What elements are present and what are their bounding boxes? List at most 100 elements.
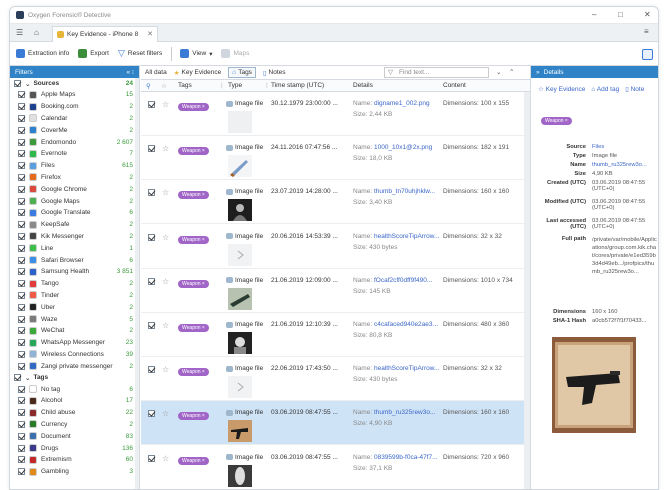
sources-filter-item[interactable]: Google Maps 2 — [10, 195, 139, 207]
sources-filter-item[interactable]: Booking.com 2 — [10, 101, 139, 113]
tags-filter-item[interactable]: Child abuse 22 — [10, 407, 139, 419]
close-window-icon[interactable]: ✕ — [644, 11, 651, 19]
star-outline-icon[interactable]: ☆ — [162, 277, 169, 286]
star-outline-icon[interactable]: ☆ — [162, 188, 169, 197]
table-row[interactable]: ☆ Weapon × Image file 24.11.2016 07:47:56 .… — [141, 136, 530, 181]
extraction-info-button[interactable]: Extraction info — [16, 49, 69, 58]
filter-checkbox[interactable] — [18, 432, 25, 440]
filter-checkbox[interactable] — [18, 232, 25, 240]
filter-checkbox[interactable] — [18, 256, 25, 264]
table-row[interactable]: ☆ Weapon × Image file 21.06.2019 12:10:39 .… — [141, 313, 530, 357]
row-checkbox[interactable] — [148, 277, 155, 285]
filter-checkbox[interactable] — [18, 291, 25, 299]
maximize-icon[interactable]: □ — [618, 11, 623, 19]
sources-group[interactable]: ⌄ Sources 24 — [10, 78, 139, 89]
row-checkbox[interactable] — [148, 454, 155, 462]
tag-pill[interactable]: Weapon × — [178, 103, 209, 111]
sources-filter-item[interactable]: Zangi private messenger 2 — [10, 360, 139, 372]
table-row[interactable]: ☆ Weapon × Image file 30.12.1979 23:00:00 .… — [141, 92, 530, 136]
column-tags[interactable]: Tags — [178, 82, 192, 89]
detail-tag-pill[interactable]: Weapon × — [541, 117, 572, 125]
filter-checkbox[interactable] — [18, 91, 25, 99]
tags-filter-item[interactable]: Gambling 3 — [10, 466, 139, 478]
filter-checkbox[interactable] — [18, 150, 25, 158]
filter-checkbox[interactable] — [18, 162, 25, 170]
tags-checkbox[interactable] — [14, 374, 21, 382]
maps-button[interactable]: Maps — [221, 49, 249, 58]
filter-checkbox[interactable] — [18, 409, 25, 417]
sources-filter-item[interactable]: Files 615 — [10, 160, 139, 172]
filter-checkbox[interactable] — [18, 280, 25, 288]
sources-filter-item[interactable]: Line 1 — [10, 242, 139, 254]
sources-filter-item[interactable]: Endomondo 2 607 — [10, 136, 139, 148]
export-button[interactable]: Export — [78, 49, 109, 58]
table-row[interactable]: ☆ Weapon × Image file 20.06.2016 14:53:39 .… — [141, 225, 530, 269]
row-checkbox[interactable] — [148, 101, 155, 108]
row-checkbox[interactable] — [148, 145, 155, 153]
tag-pill[interactable]: Weapon × — [178, 368, 209, 377]
sources-filter-item[interactable]: Waze 5 — [10, 313, 139, 325]
filter-checkbox[interactable] — [18, 339, 25, 347]
tab-notes[interactable]: ▯ Notes — [263, 69, 286, 77]
tag-pill[interactable]: Weapon × — [178, 279, 209, 288]
filter-checkbox[interactable] — [18, 397, 25, 405]
filter-checkbox[interactable] — [18, 138, 25, 146]
search-chevron-up-icon[interactable]: ⌃ — [509, 68, 514, 76]
filter-checkbox[interactable] — [18, 103, 25, 111]
sources-checkbox[interactable] — [14, 80, 21, 87]
sources-filter-item[interactable]: Apple Maps 15 — [10, 89, 139, 101]
filter-checkbox[interactable] — [18, 385, 25, 393]
search-input[interactable]: ▽ Find text... — [384, 67, 489, 78]
filter-checkbox[interactable] — [18, 350, 25, 358]
collapse-panel-icon[interactable]: « ⁝ — [127, 68, 135, 76]
tags-filter-item[interactable]: Extremism 60 — [10, 454, 139, 466]
tag-pill[interactable]: Weapon × — [178, 191, 209, 200]
home-icon[interactable]: ⌂ — [34, 28, 39, 37]
sources-filter-item[interactable]: Uber 2 — [10, 301, 139, 313]
filter-checkbox[interactable] — [18, 185, 25, 193]
column-timestamp[interactable]: Time stamp (UTC) — [271, 82, 324, 89]
star-outline-icon[interactable]: ☆ — [162, 409, 169, 418]
table-row[interactable]: ☆ Weapon × Image file 03.06.2019 08:47:55 .… — [141, 401, 530, 446]
column-details[interactable]: Details — [353, 82, 373, 89]
filter-checkbox[interactable] — [18, 468, 25, 476]
tab-menu-icon[interactable]: ≡ — [644, 27, 649, 36]
table-row[interactable]: ☆ Weapon × Image file 23.07.2019 14:28:00 .… — [141, 180, 530, 225]
tags-filter-item[interactable]: Alcohol 17 — [10, 395, 139, 407]
note-button[interactable]: ▯ Note — [625, 85, 644, 93]
filter-checkbox[interactable] — [18, 268, 25, 276]
sources-filter-item[interactable]: KeepSafe 2 — [10, 219, 139, 231]
property-value[interactable]: Files — [592, 144, 658, 150]
tag-pill[interactable]: Weapon × — [178, 324, 209, 332]
sources-filter-item[interactable]: Wireless Connections 39 — [10, 349, 139, 361]
filter-checkbox[interactable] — [18, 209, 25, 217]
sources-filter-item[interactable]: Google Translate 6 — [10, 207, 139, 219]
tags-filter-item[interactable]: Document 83 — [10, 430, 139, 442]
sources-filter-item[interactable]: Firefox 2 — [10, 172, 139, 184]
filter-checkbox[interactable] — [18, 126, 25, 134]
row-checkbox[interactable] — [148, 410, 155, 418]
sources-filter-item[interactable]: CoverMe 2 — [10, 124, 139, 136]
tags-group[interactable]: ⌄ Tags — [10, 372, 139, 383]
tags-filter-item[interactable]: Currency 2 — [10, 419, 139, 431]
filter-checkbox[interactable] — [18, 244, 25, 252]
star-outline-icon[interactable]: ☆ — [162, 233, 169, 242]
filter-checkbox[interactable] — [18, 362, 25, 370]
sources-filter-item[interactable]: Calendar 2 — [10, 113, 139, 125]
sources-filter-item[interactable]: Tinder 2 — [10, 290, 139, 302]
table-row[interactable]: ☆ Weapon × Image file 22.06.2019 17:43:50 .… — [141, 357, 530, 402]
reset-filters-button[interactable]: ▽ Reset filters — [118, 48, 162, 59]
filter-checkbox[interactable] — [18, 315, 25, 323]
filter-checkbox[interactable] — [18, 221, 25, 229]
layout-icon[interactable] — [642, 49, 653, 60]
filter-checkbox[interactable] — [18, 456, 25, 464]
sources-filter-item[interactable]: Evernote 7 — [10, 148, 139, 160]
tab-all-data[interactable]: All data — [145, 69, 167, 76]
property-value[interactable]: thumb_ru325rew3o... — [592, 162, 658, 168]
sources-filter-item[interactable]: Tango 2 — [10, 278, 139, 290]
filter-checkbox[interactable] — [18, 114, 25, 122]
filter-checkbox[interactable] — [18, 173, 25, 181]
row-checkbox[interactable] — [148, 189, 155, 197]
sources-filter-item[interactable]: Safari Browser 6 — [10, 254, 139, 266]
table-row[interactable]: ☆ Weapon × Image file 21.06.2019 12:09:00 .… — [141, 269, 530, 313]
